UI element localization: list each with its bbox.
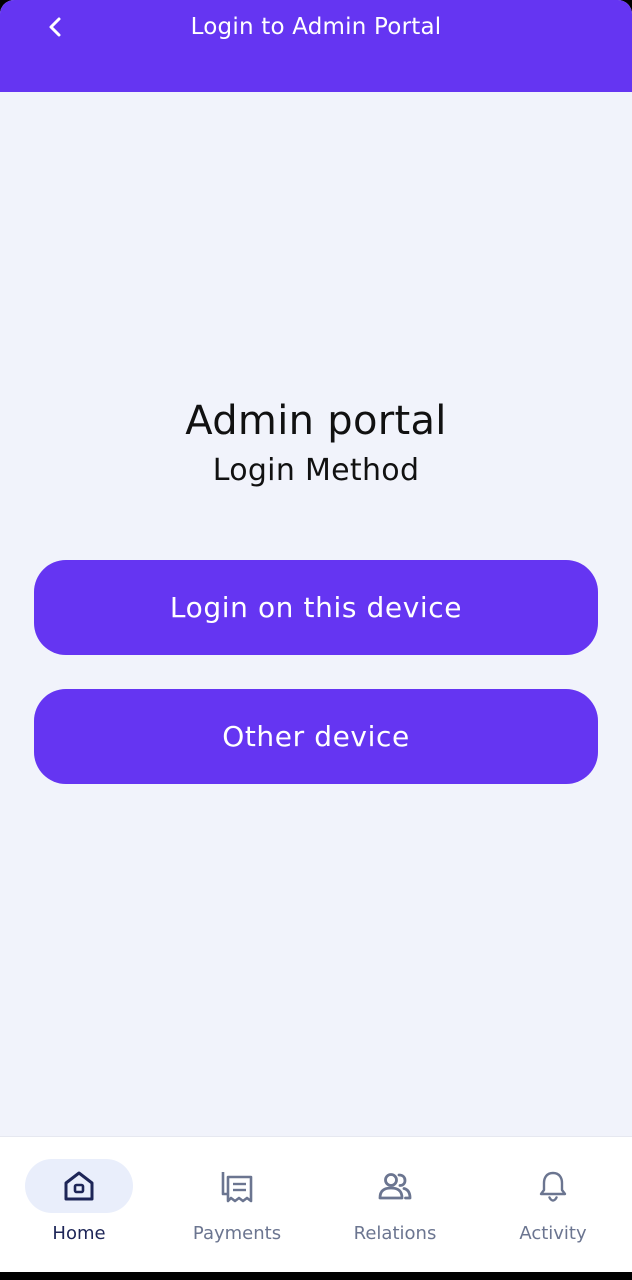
page-title: Login to Admin Portal — [190, 14, 442, 40]
login-this-device-button[interactable]: Login on this device — [34, 560, 598, 655]
nav-active-pill — [25, 1159, 133, 1213]
nav-label-payments: Payments — [192, 1223, 282, 1244]
portal-heading: Admin portal — [185, 398, 447, 444]
other-device-button[interactable]: Other device — [34, 689, 598, 784]
nav-item-payments[interactable]: Payments — [158, 1137, 316, 1272]
top-app-bar: Login to Admin Portal — [0, 0, 632, 92]
receipt-icon — [221, 1172, 253, 1203]
nav-label-home: Home — [52, 1223, 106, 1244]
nav-label-activity: Activity — [519, 1223, 587, 1244]
nav-item-activity[interactable]: Activity — [474, 1137, 632, 1272]
app-screen: Login to Admin Portal Admin portal Login… — [0, 0, 632, 1272]
people-icon — [378, 1173, 412, 1200]
nav-item-relations[interactable]: Relations — [316, 1137, 474, 1272]
nav-item-home[interactable]: Home — [0, 1137, 158, 1272]
login-method-subheading: Login Method — [212, 453, 420, 488]
home-icon — [64, 1171, 94, 1201]
bottom-navigation: Home Payments Relations Activity — [0, 1136, 632, 1272]
bell-icon — [539, 1171, 567, 1202]
nav-label-relations: Relations — [353, 1223, 437, 1244]
